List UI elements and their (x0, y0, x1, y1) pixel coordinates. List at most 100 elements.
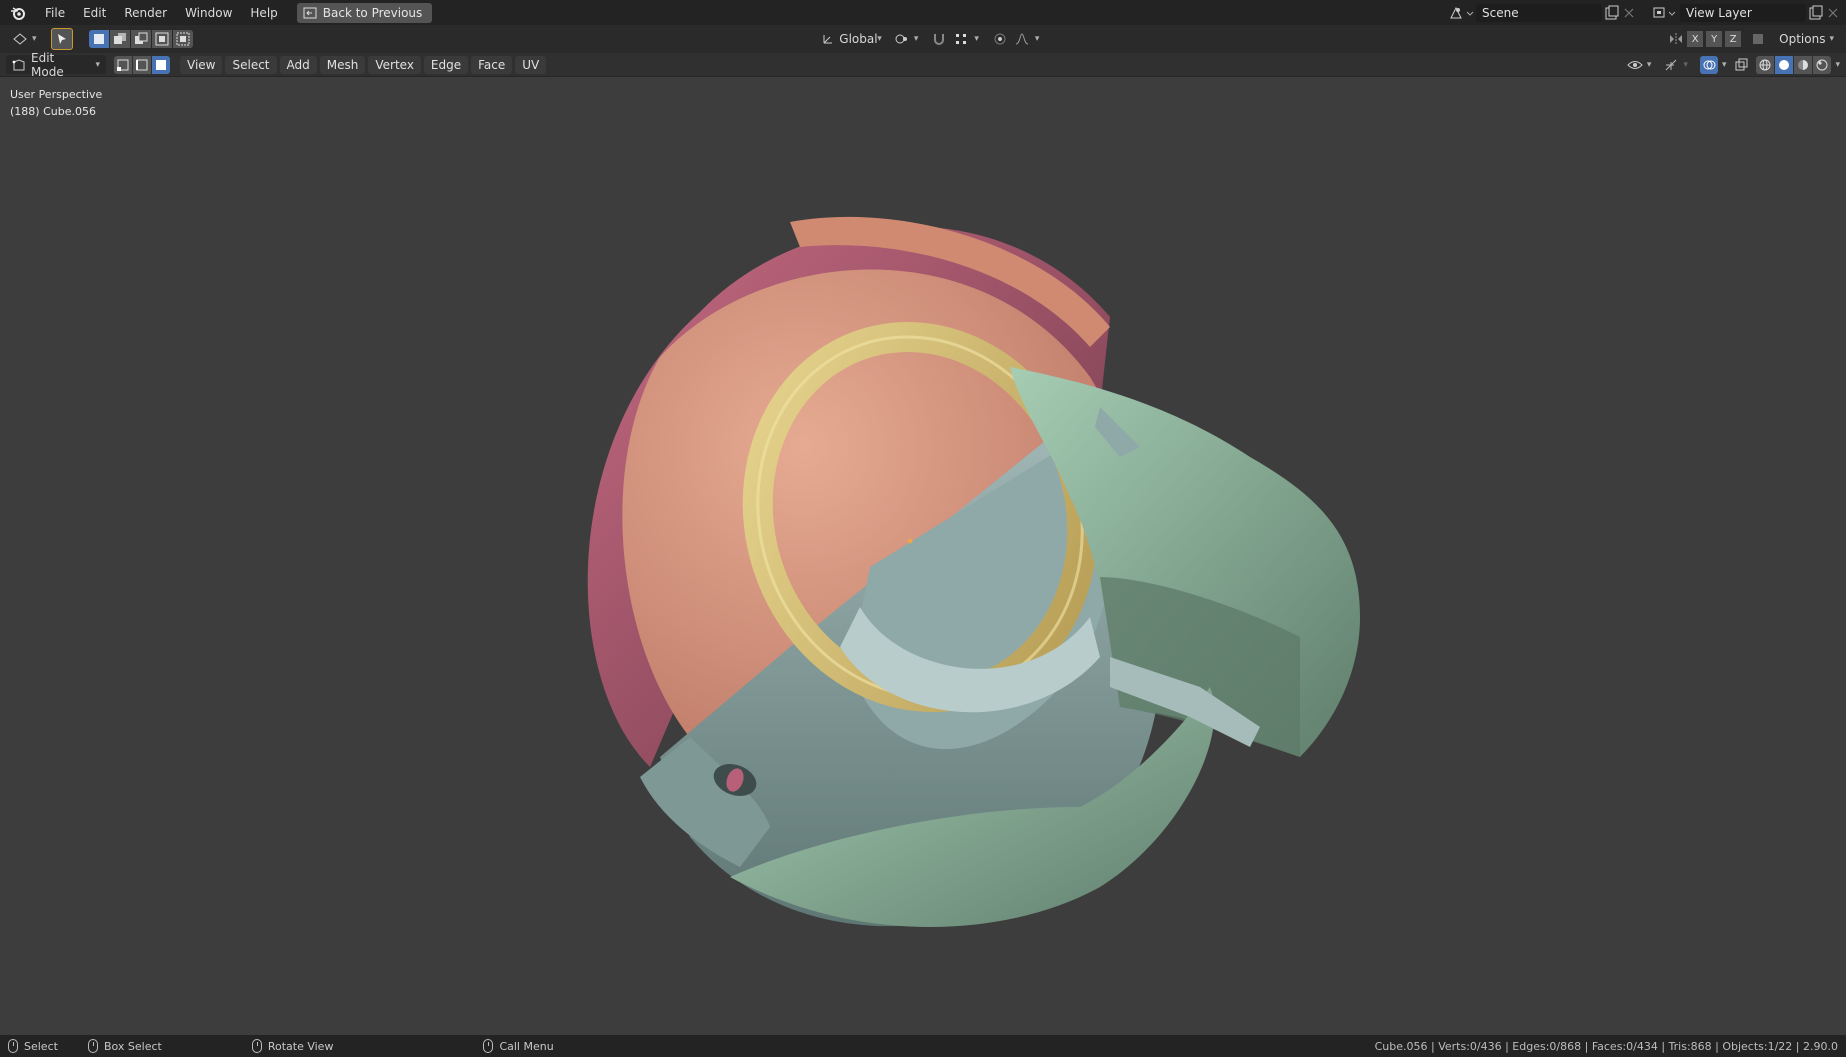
xray-icon (1735, 58, 1748, 70)
rendered-shading-button[interactable] (1813, 55, 1832, 74)
select-intersect-button[interactable] (172, 30, 193, 48)
scene-name-field[interactable]: Scene (1476, 3, 1602, 22)
header-menu-mesh[interactable]: Mesh (319, 55, 366, 74)
transform-orientation-dropdown[interactable]: Global ▾ (815, 29, 888, 49)
menu-file[interactable]: File (36, 3, 74, 23)
scene-selector[interactable]: Scene (1448, 3, 1636, 22)
chevron-down-icon: ▾ (1683, 59, 1688, 70)
mirror-z-button[interactable]: Z (1725, 31, 1742, 47)
scene-name: Scene (1482, 5, 1519, 20)
status-box-select: Box Select (87, 1039, 162, 1053)
snap-toggle-button[interactable] (930, 30, 948, 48)
select-extend-icon (113, 33, 126, 44)
status-call-menu: Call Menu (483, 1039, 554, 1053)
snap-grid-icon (956, 34, 967, 44)
scene-statistics: Cube.056 | Verts:0/436 | Edges:0/868 | F… (1374, 1039, 1838, 1053)
view-layer-name: View Layer (1686, 5, 1752, 20)
header-menu-select[interactable]: Select (225, 55, 277, 74)
status-rotate: Rotate View (251, 1039, 334, 1053)
mirror-x-button[interactable]: X (1687, 31, 1704, 47)
scene-icon (1450, 6, 1474, 18)
back-to-previous-button[interactable]: Back to Previous (296, 2, 433, 23)
tool-settings-bar: ▾ Global ▾ ▾ ▾ ▾ X Y Z Options ▾ (0, 25, 1846, 53)
viewport-canvas[interactable] (0, 77, 1846, 1033)
select-tool-button[interactable] (50, 28, 73, 50)
view-layer-name-field[interactable]: View Layer (1680, 3, 1806, 22)
status-call-menu-label: Call Menu (499, 1039, 554, 1053)
mouse-left-icon (8, 1039, 18, 1053)
edge-select-button[interactable] (133, 55, 151, 74)
interaction-mode-dropdown[interactable]: Edit Mode ▾ (6, 51, 106, 79)
select-new-button[interactable] (88, 30, 109, 48)
rendered-sphere-icon (1816, 59, 1828, 70)
selection-mode-group (88, 30, 193, 48)
menu-edit[interactable]: Edit (74, 3, 115, 23)
header-menu-view[interactable]: View (180, 55, 223, 74)
header-menu-uv[interactable]: UV (515, 55, 547, 74)
select-subtract-button[interactable] (130, 30, 151, 48)
chevron-down-icon: ▾ (913, 34, 919, 44)
options-dropdown[interactable]: Options ▾ (1773, 29, 1840, 49)
menu-render[interactable]: Render (115, 3, 176, 23)
shading-options-chevron-icon[interactable]: ▾ (1835, 60, 1840, 70)
overlays-toggle-button[interactable] (1699, 55, 1718, 74)
xray-toggle-button[interactable] (1732, 56, 1750, 74)
editor-type-icon (13, 33, 27, 45)
mouse-middle-icon (251, 1039, 262, 1053)
view-layer-selector[interactable]: View Layer (1652, 3, 1840, 22)
solid-shading-button[interactable] (1775, 55, 1794, 74)
status-rotate-label: Rotate View (267, 1039, 334, 1053)
editor-type-dropdown[interactable]: ▾ (6, 29, 43, 49)
delete-view-layer-icon[interactable] (1826, 6, 1840, 20)
mesh-model[interactable] (587, 216, 1360, 927)
orientation-label: Global (839, 32, 878, 46)
new-view-layer-icon[interactable] (1808, 5, 1824, 21)
pivot-point-dropdown[interactable]: ▾ (888, 29, 925, 49)
mouse-right-icon (483, 1039, 494, 1053)
mesh-origin-dot (907, 538, 913, 544)
edge-select-icon (136, 59, 148, 70)
status-bar: Select Box Select Rotate View Call Menu … (0, 1035, 1846, 1057)
header-menu-edge[interactable]: Edge (423, 55, 469, 74)
gizmo-icon (1666, 59, 1677, 70)
vertex-select-icon (117, 59, 129, 71)
menu-window[interactable]: Window (176, 3, 241, 23)
header-menu-face[interactable]: Face (471, 55, 513, 74)
falloff-button[interactable] (1013, 30, 1031, 48)
overlays-icon (1703, 60, 1716, 69)
proportional-dot-icon (994, 33, 1006, 45)
mode-label: Edit Mode (31, 50, 64, 79)
select-invert-icon (155, 32, 169, 46)
overlays-dropdown[interactable]: ▾ (1694, 55, 1733, 75)
face-select-button[interactable] (152, 55, 170, 74)
view-layer-icon (1653, 7, 1676, 17)
magnet-icon (934, 34, 945, 45)
delete-scene-icon[interactable] (1622, 6, 1636, 20)
status-select-label: Select (24, 1039, 58, 1053)
mirror-icon (1670, 33, 1683, 45)
mirror-axes-group: X Y Z (1668, 31, 1742, 47)
select-invert-button[interactable] (151, 30, 172, 48)
wireframe-shading-button[interactable] (1756, 55, 1775, 74)
proportional-editing-button[interactable] (991, 30, 1009, 48)
orientation-axes-icon (823, 35, 833, 44)
select-mode-group (114, 55, 170, 74)
gizmo-dropdown[interactable]: ▾ (1657, 55, 1694, 75)
pivot-point-icon (895, 34, 907, 44)
header-menu-vertex[interactable]: Vertex (368, 55, 421, 74)
select-extend-button[interactable] (109, 30, 130, 48)
mirror-y-button[interactable]: Y (1706, 31, 1723, 47)
proportional-editing-group: ▾ (985, 29, 1046, 49)
falloff-curve-icon (1015, 33, 1029, 45)
snap-target-button[interactable] (952, 30, 970, 48)
edit-mode-icon (12, 58, 25, 70)
vertex-select-button[interactable] (114, 55, 132, 74)
material-shading-button[interactable] (1794, 55, 1813, 74)
header-menu-add[interactable]: Add (279, 55, 317, 74)
blender-logo-icon[interactable] (10, 5, 26, 21)
visibility-dropdown[interactable]: ▾ (1621, 55, 1658, 75)
menu-help[interactable]: Help (241, 3, 286, 23)
new-scene-icon[interactable] (1604, 5, 1620, 21)
auto-merge-button[interactable] (1749, 30, 1767, 48)
back-to-previous-label: Back to Previous (322, 5, 423, 20)
